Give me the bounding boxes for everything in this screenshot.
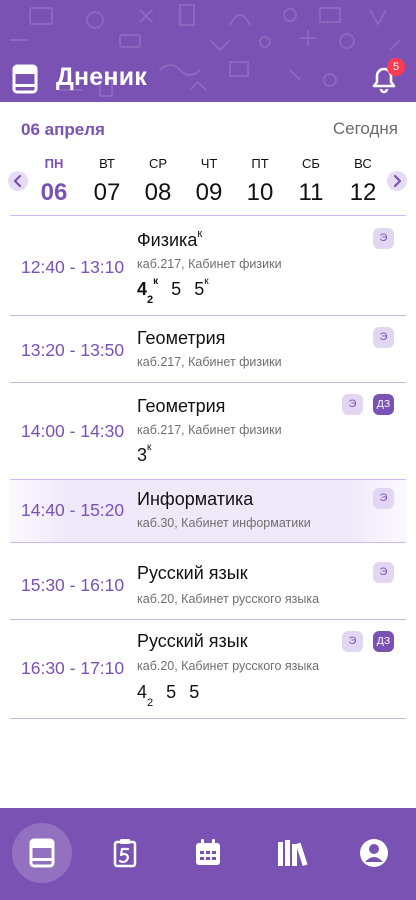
day-date: 07 xyxy=(93,179,121,206)
lesson-subject: Физикак xyxy=(137,228,203,250)
lesson-room: каб.217, Кабинет физики xyxy=(137,257,282,271)
nav-calendar[interactable] xyxy=(178,808,238,900)
lesson-room: каб.20, Кабинет русского языка xyxy=(137,659,320,673)
grade[interactable]: 5к xyxy=(194,276,208,299)
day-saturday[interactable]: СБ 11 xyxy=(288,156,334,207)
day-tuesday[interactable]: ВТ 07 xyxy=(84,156,130,207)
app-screen: Дненик 5 06 апреля Сегодня ПН 06 ВТ 07 С… xyxy=(0,0,416,900)
lesson-time: 16:30 - 17:10 xyxy=(21,658,125,678)
grade[interactable]: 42 xyxy=(137,682,153,709)
lesson-subject: Русский язык xyxy=(137,631,248,651)
lesson-card[interactable]: 15:30 - 16:10 Русский язык каб.20, Кабин… xyxy=(10,543,406,620)
lesson-room: каб.30, Кабинет информатики xyxy=(137,516,311,530)
day-name: ВТ xyxy=(99,156,115,171)
homework-tag[interactable]: ДЗ xyxy=(373,394,394,415)
lesson-room: каб.217, Кабинет физики xyxy=(137,355,282,369)
day-name: ПН xyxy=(44,156,64,171)
library-icon xyxy=(278,840,308,867)
grade[interactable]: 3к xyxy=(137,442,151,465)
lesson-card[interactable]: 13:20 - 13:50 Геометрия каб.217, Кабинет… xyxy=(10,316,406,383)
lesson-subject: Геометрия xyxy=(137,396,226,416)
electronic-tag[interactable]: Э xyxy=(373,327,394,348)
lesson-time: 13:20 - 13:50 xyxy=(21,340,125,360)
today-button[interactable]: Сегодня xyxy=(333,119,398,139)
grades-list: 3к xyxy=(137,442,159,466)
nav-diary[interactable] xyxy=(12,808,72,900)
lesson-room: каб.20, Кабинет русского языка xyxy=(137,592,320,606)
homework-tag[interactable]: ДЗ xyxy=(373,631,394,652)
lesson-time: 14:40 - 15:20 xyxy=(21,500,125,520)
date-bar: 06 апреля Сегодня xyxy=(0,102,416,152)
week-strip: ПН 06 ВТ 07 СР 08 ЧТ 09 ПТ 10 СБ 11 ВС 1… xyxy=(0,152,416,212)
nav-library[interactable] xyxy=(261,808,321,900)
lesson-room: каб.217, Кабинет физики xyxy=(137,423,282,437)
lesson-card[interactable]: 12:40 - 13:10 Физикак каб.217, Кабинет ф… xyxy=(10,216,406,316)
diary-icon xyxy=(29,838,55,868)
day-wednesday[interactable]: СР 08 xyxy=(135,156,181,207)
day-name: ЧТ xyxy=(200,156,218,171)
calendar-icon xyxy=(196,839,220,865)
nav-profile[interactable] xyxy=(344,808,404,900)
lesson-time: 14:00 - 14:30 xyxy=(21,421,125,441)
electronic-tag[interactable]: Э xyxy=(373,228,394,249)
lesson-card-current[interactable]: 14:40 - 15:20 Информатика каб.30, Кабине… xyxy=(10,480,406,543)
grade[interactable]: 5 xyxy=(166,682,176,702)
current-date: 06 апреля xyxy=(21,120,105,139)
day-sunday[interactable]: ВС 12 xyxy=(340,156,386,207)
chevron-right-icon[interactable] xyxy=(387,171,407,191)
grade[interactable]: 5 xyxy=(171,279,181,299)
day-date: 12 xyxy=(349,179,377,206)
day-friday[interactable]: ПТ 10 xyxy=(237,156,283,207)
day-name: СБ xyxy=(302,156,320,171)
lesson-subject: Информатика xyxy=(137,489,254,509)
electronic-tag[interactable]: Э xyxy=(373,488,394,509)
lesson-card[interactable]: 14:00 - 14:30 Геометрия каб.217, Кабинет… xyxy=(10,383,406,480)
day-monday[interactable]: ПН 06 xyxy=(31,156,77,207)
lesson-card[interactable]: 16:30 - 17:10 Русский язык каб.20, Кабин… xyxy=(10,620,406,719)
lesson-subject: Геометрия xyxy=(137,328,226,348)
day-name: СР xyxy=(148,156,168,171)
day-date: 11 xyxy=(298,179,324,206)
day-thursday[interactable]: ЧТ 09 xyxy=(186,156,232,207)
diary-book-icon[interactable] xyxy=(12,64,38,94)
grades-list: 42 5 5 xyxy=(137,682,207,709)
top-app-bar: Дненик 5 xyxy=(0,0,416,102)
bottom-navigation xyxy=(0,808,416,900)
chevron-left-icon[interactable] xyxy=(8,171,28,191)
electronic-tag[interactable]: Э xyxy=(373,562,394,583)
grades-icon xyxy=(113,839,137,868)
day-name: ПТ xyxy=(251,156,269,171)
day-date: 08 xyxy=(144,179,172,206)
notification-badge: 5 xyxy=(387,58,405,76)
electronic-tag[interactable]: Э xyxy=(342,394,363,415)
day-date: 06 xyxy=(40,179,68,206)
day-date: 10 xyxy=(246,179,274,206)
lesson-time: 12:40 - 13:10 xyxy=(21,257,125,277)
day-name: ВС xyxy=(354,156,372,171)
lesson-time: 15:30 - 16:10 xyxy=(21,575,125,595)
day-date: 09 xyxy=(195,179,223,206)
grade[interactable]: 5 xyxy=(189,682,199,702)
electronic-tag[interactable]: Э xyxy=(342,631,363,652)
grades-list: 42к 5 5к xyxy=(137,276,217,306)
profile-icon xyxy=(360,839,388,867)
app-title: Дненик xyxy=(56,63,147,91)
nav-grades[interactable] xyxy=(95,808,155,900)
grade[interactable]: 42к xyxy=(137,276,158,306)
lesson-subject: Русский язык xyxy=(137,563,248,583)
